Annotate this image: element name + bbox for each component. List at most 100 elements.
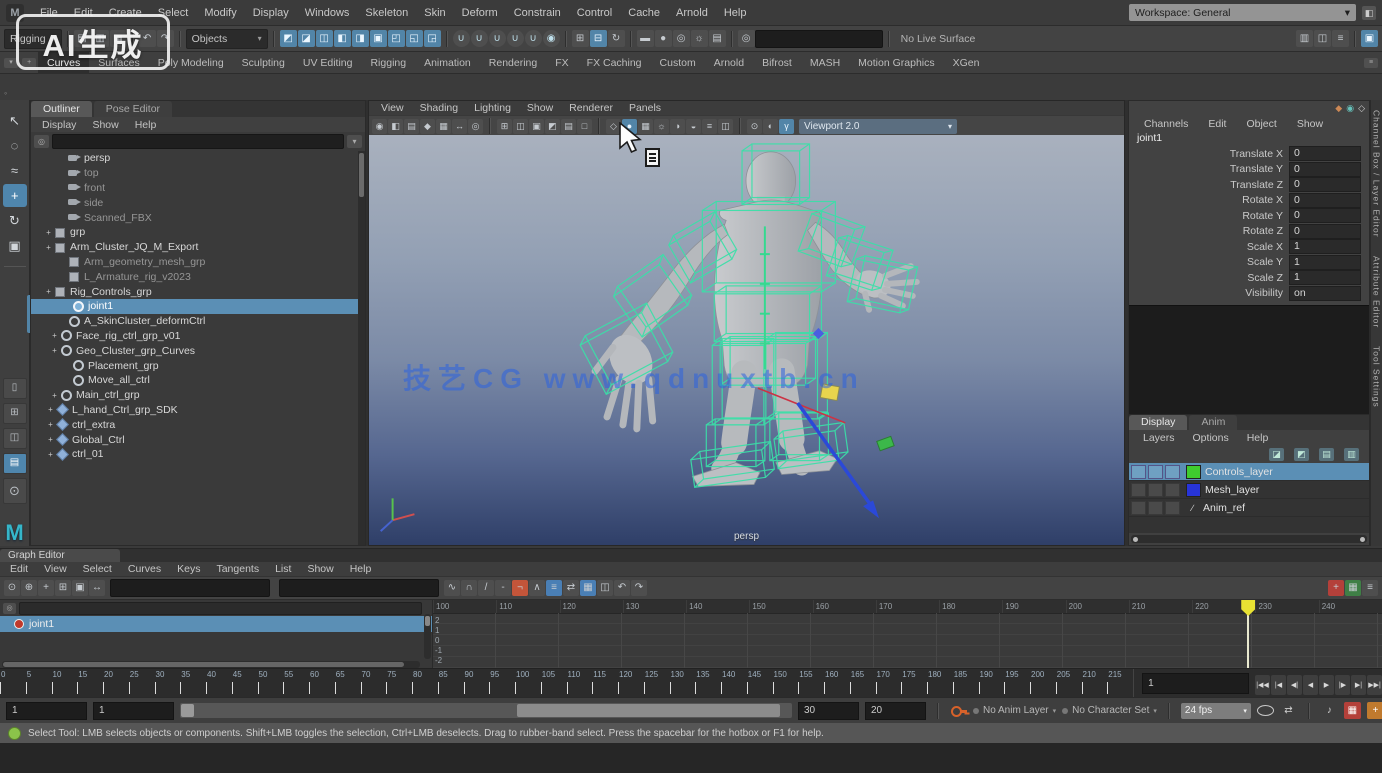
outliner-row[interactable]: + Geo_Cluster_grp_Curves (31, 343, 365, 358)
expand-toggle-icon[interactable]: + (43, 243, 54, 252)
filter-icon[interactable]: ◎ (3, 603, 16, 614)
attribute-value-field[interactable]: 1 (1289, 239, 1361, 254)
insert-key-icon[interactable]: ⊕ (21, 580, 37, 596)
selected-node-name[interactable]: joint1 (1129, 132, 1369, 146)
outliner-row[interactable]: + Global_Ctrl (31, 432, 365, 447)
select-dynamics-icon[interactable]: ◲ (424, 30, 441, 47)
animation-end-field[interactable]: 20 (865, 702, 926, 720)
layer-color-swatch[interactable] (1186, 465, 1201, 479)
animation-start-field[interactable]: 1 (6, 702, 87, 720)
shelf-tab[interactable]: Bifrost (753, 52, 801, 74)
range-selection[interactable] (517, 704, 780, 717)
auto-key-icon[interactable] (950, 702, 967, 719)
collapse-all-icon[interactable]: ▾ (347, 135, 362, 148)
outliner-row[interactable]: joint1 (31, 299, 365, 314)
layer-menu-item[interactable]: Layers (1135, 432, 1183, 444)
sidebar-tab[interactable]: Channel Box / Layer Editor (1372, 110, 1382, 238)
hyper-link-icon[interactable]: ◇ (1358, 103, 1365, 114)
viewport-menu-item[interactable]: Panels (621, 102, 669, 114)
attribute-value-field[interactable]: 0 (1289, 224, 1361, 239)
manip-mode-icon[interactable]: ◆ (1335, 103, 1342, 114)
output-connections-icon[interactable]: ⊟ (590, 30, 607, 47)
frame-tick[interactable]: 130 (670, 669, 696, 697)
move-tool[interactable]: + (3, 184, 27, 207)
outliner-row[interactable]: Scanned_FBX (31, 210, 365, 225)
outliner-row[interactable]: + ctrl_01 (31, 447, 365, 462)
move-layer-up-icon[interactable]: ▤ (1319, 448, 1334, 461)
attribute-value-field[interactable]: 1 (1289, 270, 1361, 285)
select-component-icon[interactable]: ◫ (316, 30, 333, 47)
frame-tick[interactable]: 145 (747, 669, 773, 697)
frame-tick[interactable]: 80 (412, 669, 438, 697)
layer-color-swatch[interactable] (1186, 483, 1201, 497)
render-setup-icon[interactable]: ▤ (709, 30, 726, 47)
outliner-scrollbar[interactable] (358, 151, 365, 545)
speed-state-icon[interactable]: ◉ (1346, 103, 1354, 114)
outliner-row[interactable]: + Rig_Controls_grp (31, 284, 365, 299)
attribute-label[interactable]: Scale Z (1129, 272, 1289, 284)
outliner-row[interactable]: Placement_grp (31, 358, 365, 373)
viewport-menu-item[interactable]: View (373, 102, 412, 114)
layer-playback-toggle[interactable] (1148, 501, 1163, 515)
attribute-label[interactable]: Rotate Y (1129, 210, 1289, 222)
shelf-editor-icon[interactable]: ≡ (1364, 58, 1378, 68)
attribute-label[interactable]: Rotate X (1129, 194, 1289, 206)
construction-history-icon[interactable]: ↻ (608, 30, 625, 47)
anim-layer-dropdown[interactable]: No Anim Layer▾ (973, 702, 1056, 719)
animation-preferences-icon[interactable]: ▦ (1344, 702, 1361, 719)
go-to-start-button[interactable]: |◀◀ (1255, 675, 1270, 695)
outliner-row[interactable]: top (31, 166, 365, 181)
frame-tick[interactable]: 190 (979, 669, 1005, 697)
outliner-menu-item[interactable]: Show (85, 119, 125, 131)
image-plane-icon[interactable]: ▦ (436, 119, 451, 134)
graph-channel-row[interactable]: joint1 (0, 616, 432, 632)
frame-tick[interactable]: 110 (567, 669, 593, 697)
frame-tick[interactable]: 200 (1030, 669, 1056, 697)
key-value-field[interactable] (279, 579, 439, 597)
channel-box-menu-item[interactable]: Channels (1135, 118, 1197, 130)
select-curves-icon[interactable]: ▣ (370, 30, 387, 47)
attribute-label[interactable]: Rotate Z (1129, 225, 1289, 237)
layer-visibility-toggle[interactable] (1131, 465, 1146, 479)
go-to-end-button[interactable]: ▶▶| (1367, 675, 1382, 695)
move-layer-down-icon[interactable]: ▥ (1344, 448, 1359, 461)
persp-outliner-layout-button[interactable]: ◫ (3, 428, 27, 449)
show-tool-settings-icon[interactable]: ≡ (1332, 30, 1349, 47)
range-slider[interactable] (180, 703, 792, 718)
step-forward-key-button[interactable]: ▶| (1351, 675, 1366, 695)
channel-box-menu-item[interactable]: Edit (1199, 118, 1235, 130)
frame-tick[interactable]: 140 (721, 669, 747, 697)
menu-item[interactable]: Skeleton (357, 7, 416, 19)
workspace-lock-icon[interactable]: ◧ (1362, 6, 1376, 20)
graph-menu-item[interactable]: Select (75, 563, 120, 575)
grid-icon[interactable]: ⊞ (497, 119, 512, 134)
frame-tick[interactable]: 30 (155, 669, 181, 697)
frame-tick[interactable]: 15 (77, 669, 103, 697)
shelf-tab[interactable]: Sculpting (233, 52, 294, 74)
menu-item[interactable]: Modify (196, 7, 244, 19)
new-empty-layer-icon[interactable]: ◪ (1269, 448, 1284, 461)
menu-item[interactable]: Windows (297, 7, 358, 19)
shelf-tab[interactable]: Animation (415, 52, 480, 74)
frame-tick[interactable]: 115 (592, 669, 618, 697)
frame-tick[interactable]: 60 (309, 669, 335, 697)
select-handles-icon[interactable]: ◧ (334, 30, 351, 47)
attribute-value-field[interactable]: 1 (1289, 255, 1361, 270)
mute-audio-icon[interactable]: ♪ (1321, 702, 1338, 719)
frame-tick[interactable]: 35 (180, 669, 206, 697)
lasso-select-tool[interactable]: ◌ (3, 134, 27, 157)
attribute-label[interactable]: Translate Y (1129, 163, 1289, 175)
field-chart-icon[interactable]: ▤ (561, 119, 576, 134)
playback-start-field[interactable]: 1 (93, 702, 174, 720)
frame-tick[interactable]: 160 (824, 669, 850, 697)
make-live-icon[interactable]: ◉ (543, 30, 560, 47)
frame-tick[interactable]: 170 (876, 669, 902, 697)
menu-item[interactable]: Cache (620, 7, 668, 19)
plateau-tangent-icon[interactable]: ∧ (529, 580, 545, 596)
frame-tick[interactable]: 165 (850, 669, 876, 697)
stack-view-icon[interactable]: ≡ (1362, 580, 1378, 596)
outliner-row[interactable]: Arm_geometry_mesh_grp (31, 255, 365, 270)
snap-point-icon[interactable]: ∪ (489, 30, 506, 47)
select-camera-icon[interactable]: ◉ (372, 119, 387, 134)
frame-tick[interactable]: 210 (1082, 669, 1108, 697)
